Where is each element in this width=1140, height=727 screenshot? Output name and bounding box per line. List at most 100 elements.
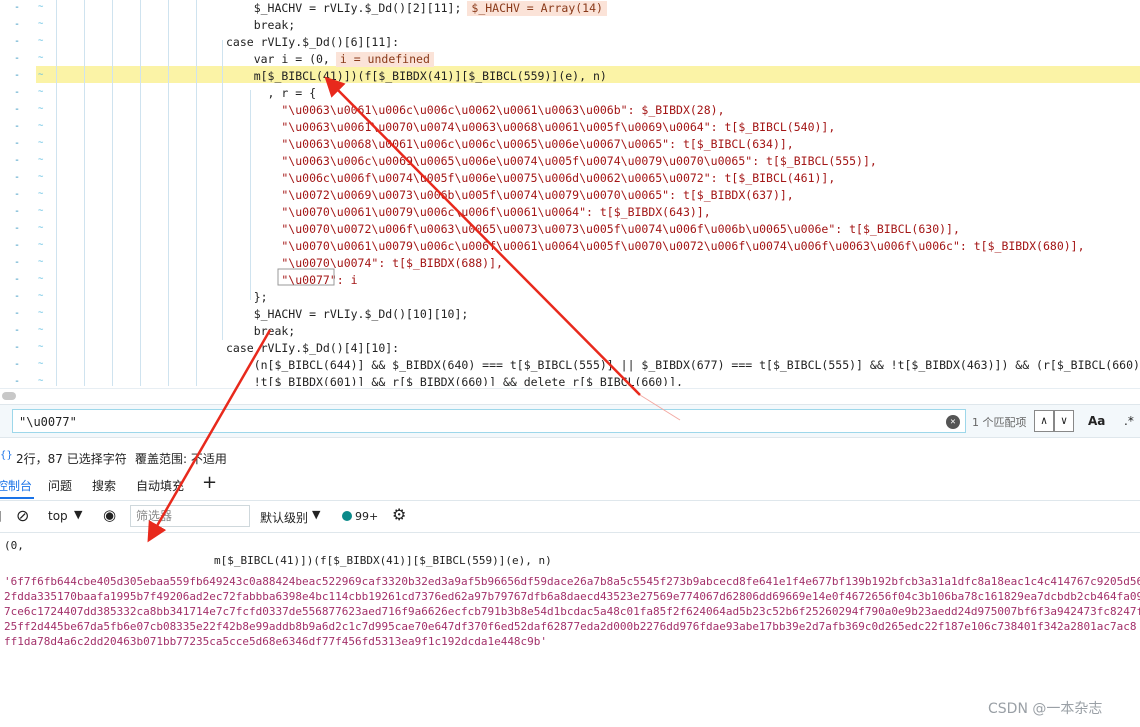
breakpoint-marker[interactable]: ~ [38, 121, 43, 131]
breakpoint-marker[interactable]: ~ [38, 376, 43, 386]
indent-guide [56, 0, 57, 386]
watermark: CSDN @一本杂志 [988, 701, 1103, 717]
gutter-line[interactable]: - ~ [0, 357, 50, 374]
code-line: "\u0063\u006c\u0069\u0065\u006e\u0074\u0… [226, 153, 876, 170]
breakpoint-marker[interactable]: ~ [38, 206, 43, 216]
gutter-line[interactable]: - ~ [0, 0, 50, 17]
tab-autofill[interactable]: 自动填充 [136, 477, 184, 494]
breakpoint-marker[interactable]: ~ [38, 257, 43, 267]
breakpoint-marker[interactable]: ~ [38, 189, 43, 199]
gutter-line[interactable]: - ~ [0, 170, 50, 187]
console-result-line: '6f7f6fb644cbe405d305ebaa559fb649243c0a8… [4, 575, 1140, 588]
diff-marker: - [14, 189, 21, 200]
pretty-print-icon[interactable]: {} [0, 450, 13, 461]
breakpoint-marker[interactable]: ~ [38, 325, 43, 335]
diff-marker: - [14, 70, 21, 81]
gutter-line[interactable]: - ~ [0, 34, 50, 51]
clear-console-icon[interactable]: ⊘ [16, 506, 29, 525]
breakpoint-marker[interactable]: ~ [38, 155, 43, 165]
code-editor[interactable]: - ~ - ~ - ~ - ~ - ~ - ~ - ~ - ~ - ~ - ~ - ~ - ~ - ~ - ~ - ~ - ~ - ~ - ~ - ~ - ~… [0, 0, 1140, 386]
gutter-line[interactable]: - ~ [0, 119, 50, 136]
breakpoint-marker[interactable]: ~ [38, 2, 43, 12]
match-case-button[interactable]: Aa [1088, 414, 1105, 428]
code-text: case rVLIy.$_Dd()[6][11]: [226, 35, 400, 49]
sidebar-toggle-icon[interactable]: ▯ [0, 508, 2, 524]
breakpoint-marker[interactable]: ~ [38, 172, 43, 182]
code-text: (n[$_BIBCL(644)] && $_BIBDX(640) === t[$… [226, 358, 1140, 372]
gutter-line[interactable]: - ~ [0, 153, 50, 170]
gutter-line[interactable]: - ~ [0, 306, 50, 323]
filter-input[interactable]: 筛选器 [130, 505, 250, 527]
breakpoint-marker[interactable]: ~ [38, 291, 43, 301]
breakpoint-marker[interactable]: ~ [38, 308, 43, 318]
breakpoint-marker[interactable]: ~ [38, 70, 43, 80]
gutter-line[interactable]: - ~ [0, 51, 50, 68]
gutter-line[interactable]: - ~ [0, 323, 50, 340]
console-output[interactable]: (0, m[$_BIBCL(41)])(f[$_BIBDX(41)][$_BIB… [0, 533, 1140, 727]
breakpoint-marker[interactable]: ~ [38, 19, 43, 29]
previous-match-button[interactable]: ∧ [1034, 410, 1054, 432]
diff-marker: - [14, 291, 21, 302]
inline-value-badge: $_HACHV = Array(14) [467, 1, 607, 16]
gutter-line[interactable]: - ~ [0, 374, 50, 386]
horizontal-scrollbar[interactable] [0, 388, 1140, 403]
console-result-line: 2fdda335170baafa1995b7f49206ad2ec72fabbb… [4, 590, 1140, 603]
gutter-line[interactable]: - ~ [0, 204, 50, 221]
eye-icon[interactable]: ◉ [103, 506, 116, 524]
breakpoint-marker[interactable]: ~ [38, 240, 43, 250]
tab-search[interactable]: 搜索 [92, 477, 116, 494]
chevron-down-icon[interactable]: ▼ [74, 508, 82, 521]
gutter-line[interactable]: - ~ [0, 136, 50, 153]
breakpoint-marker[interactable]: ~ [38, 87, 43, 97]
issues-badge[interactable]: 99+ [342, 510, 378, 523]
indent-guide [112, 0, 113, 386]
code-line: case rVLIy.$_Dd()[6][11]: [226, 34, 399, 51]
code-text: "\u0063\u0061\u0070\u0074\u0063\u0068\u0… [226, 120, 836, 134]
gutter-line[interactable]: - ~ [0, 68, 50, 85]
code-text: "\u0072\u0069\u0073\u006b\u005f\u0074\u0… [226, 188, 794, 202]
code-text: "\u006c\u006f\u0074\u005f\u006e\u0075\u0… [226, 171, 836, 185]
add-tab-icon[interactable]: + [202, 472, 217, 493]
tab-console[interactable]: 控制台 [0, 477, 32, 494]
code-text: "\u0070\u0072\u006f\u0063\u0065\u0073\u0… [226, 222, 960, 236]
breakpoint-marker[interactable]: ~ [38, 359, 43, 369]
context-select[interactable]: top [48, 509, 68, 523]
clear-icon[interactable]: ✕ [946, 415, 960, 429]
code-text: "\u0063\u0061\u006c\u006c\u0062\u0061\u0… [226, 103, 725, 117]
coverage-info: 覆盖范围: 不适用 [135, 452, 227, 466]
breakpoint-marker[interactable]: ~ [38, 53, 43, 63]
gear-icon[interactable]: ⚙ [392, 505, 406, 524]
gutter-line[interactable]: - ~ [0, 17, 50, 34]
breakpoint-marker[interactable]: ~ [38, 223, 43, 233]
next-match-button[interactable]: ∨ [1054, 410, 1074, 432]
chevron-down-icon[interactable]: ▼ [312, 508, 320, 521]
code-text: "\u0070\u0061\u0079\u006c\u006f\u0061\u0… [226, 205, 711, 219]
issues-count: 99+ [355, 510, 379, 523]
gutter-line[interactable]: - ~ [0, 340, 50, 357]
breakpoint-marker[interactable]: ~ [38, 36, 43, 46]
code-text: "\u0077": i [226, 273, 358, 287]
diff-marker: - [14, 155, 21, 166]
gutter-line[interactable]: - ~ [0, 221, 50, 238]
code-text: case rVLIy.$_Dd()[4][10]: [226, 341, 400, 355]
breakpoint-marker[interactable]: ~ [38, 342, 43, 352]
scrollbar-thumb[interactable] [2, 392, 16, 400]
gutter-line[interactable]: - ~ [0, 187, 50, 204]
gutter-line[interactable]: - ~ [0, 289, 50, 306]
gutter-line[interactable]: - ~ [0, 102, 50, 119]
console-result-line: ff1da78d4a6c2dd20463b071bb77235ca5cce5d6… [4, 635, 548, 648]
breakpoint-marker[interactable]: ~ [38, 274, 43, 284]
indent-guide [84, 0, 85, 386]
gutter-line[interactable]: - ~ [0, 238, 50, 255]
breakpoint-marker[interactable]: ~ [38, 104, 43, 114]
find-input[interactable]: "\u0077" [12, 409, 966, 433]
gutter-line[interactable]: - ~ [0, 272, 50, 289]
log-level-select[interactable]: 默认级别 [260, 509, 308, 526]
tab-issues[interactable]: 问题 [48, 477, 72, 494]
gutter-line[interactable]: - ~ [0, 85, 50, 102]
gutter-line[interactable]: - ~ [0, 255, 50, 272]
code-line: "\u006c\u006f\u0074\u005f\u006e\u0075\u0… [226, 170, 835, 187]
regex-button[interactable]: .* [1124, 414, 1134, 428]
code-line: "\u0070\u0074": t[$_BIBDX(688)], [226, 255, 503, 272]
breakpoint-marker[interactable]: ~ [38, 138, 43, 148]
